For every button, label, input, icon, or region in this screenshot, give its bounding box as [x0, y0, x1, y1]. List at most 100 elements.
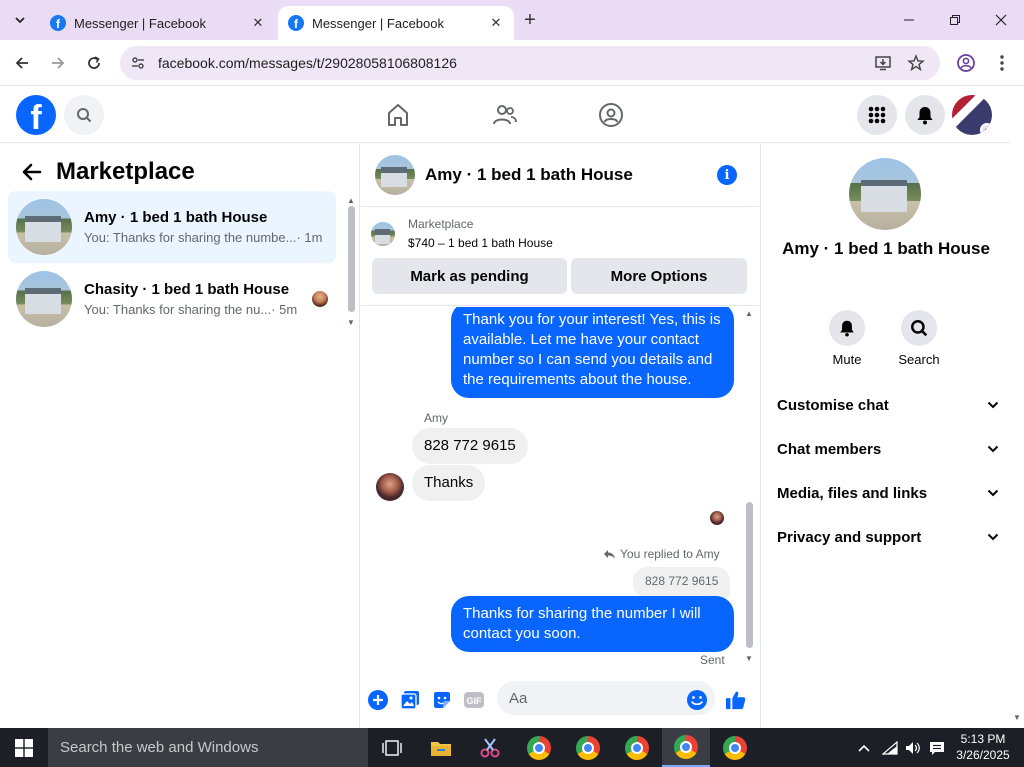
search-in-conversation-button[interactable]: Search [889, 310, 949, 367]
chat-members-section[interactable]: Chat members [777, 431, 999, 467]
sticker-button[interactable] [431, 689, 453, 711]
facebook-header: f ▾ [0, 87, 1010, 143]
volume-button[interactable] [902, 728, 924, 767]
chrome-profile-taskbar-button-active[interactable] [662, 728, 710, 767]
message-scrollbar[interactable]: ▲ ▼ [745, 307, 755, 667]
arrow-left-icon [22, 163, 42, 181]
file-explorer-button[interactable] [417, 728, 465, 767]
profile-button[interactable] [955, 52, 977, 74]
tab-title: Messenger | Facebook [312, 15, 444, 31]
scissors-icon [480, 737, 500, 757]
scrollbar-thumb[interactable] [746, 502, 753, 648]
chevron-down-icon [987, 489, 999, 497]
address-bar[interactable]: facebook.com/messages/t/2902805810680812… [120, 46, 940, 80]
friends-nav-button[interactable] [489, 99, 521, 131]
browser-tab-active[interactable]: f Messenger | Facebook ✕ [278, 6, 514, 40]
chrome-icon [527, 735, 551, 760]
mute-label: Mute [832, 352, 862, 367]
system-clock[interactable]: 5:13 PM 3/26/2025 [950, 731, 1016, 763]
notifications-button[interactable] [905, 95, 945, 135]
account-avatar[interactable]: ▾ [952, 95, 992, 135]
chrome-profile-taskbar-button[interactable] [613, 728, 661, 767]
back-button[interactable] [9, 50, 35, 76]
scroll-down-arrow-icon[interactable]: ▼ [1013, 713, 1021, 722]
outgoing-message[interactable]: Thank you for your interest! Yes, this i… [451, 307, 734, 398]
media-files-links-section[interactable]: Media, files and links [777, 475, 999, 511]
chat-name: Amy · 1 bed 1 bath House [84, 209, 268, 226]
incoming-message[interactable]: Thanks [412, 465, 486, 501]
scrollbar-thumb[interactable] [348, 206, 355, 312]
thumbs-up-icon [725, 691, 746, 710]
clock-date: 3/26/2025 [956, 748, 1010, 762]
photo-icon [400, 691, 419, 710]
scroll-down-arrow-icon[interactable]: ▼ [745, 654, 753, 663]
listing-thumbnail [16, 199, 72, 255]
chrome-profile-taskbar-button[interactable] [711, 728, 759, 767]
close-icon[interactable]: ✕ [250, 15, 266, 31]
chevron-down-icon: ▾ [980, 123, 992, 135]
reply-label: You replied to Amy [620, 547, 720, 561]
page-scrollbar[interactable]: ▼ [1010, 87, 1024, 728]
info-icon[interactable]: i [717, 165, 737, 185]
like-button[interactable] [725, 689, 747, 711]
outgoing-message[interactable]: Thanks for sharing the number I will con… [451, 596, 734, 652]
back-button[interactable] [16, 156, 48, 188]
url-text: facebook.com/messages/t/2902805810680812… [158, 55, 457, 71]
chat-list-item[interactable]: Amy · 1 bed 1 bath House You: Thanks for… [8, 191, 336, 263]
new-tab-button[interactable]: + [518, 8, 542, 32]
notifications-center-button[interactable] [926, 728, 948, 767]
scroll-down-arrow-icon[interactable]: ▼ [347, 318, 355, 327]
chrome-taskbar-button[interactable] [515, 728, 563, 767]
listing-title[interactable]: $740 – 1 bed 1 bath House [408, 236, 553, 250]
browser-menu-button[interactable] [991, 52, 1013, 74]
snipping-tool-button[interactable] [466, 728, 514, 767]
home-icon [388, 104, 408, 126]
restore-icon [950, 15, 960, 25]
reload-button[interactable] [81, 50, 107, 76]
message-input[interactable] [497, 681, 715, 715]
install-app-button[interactable] [872, 52, 894, 74]
close-window-button[interactable] [978, 0, 1024, 40]
minimize-button[interactable] [886, 0, 932, 40]
forward-button[interactable] [45, 50, 71, 76]
chat-list-scrollbar[interactable]: ▲ ▼ [347, 196, 355, 327]
more-options-button[interactable]: More Options [571, 258, 747, 294]
facebook-logo-icon[interactable]: f [16, 95, 56, 135]
privacy-support-section[interactable]: Privacy and support [777, 519, 999, 555]
listing-thumbnail[interactable] [849, 158, 921, 230]
browser-tab[interactable]: f Messenger | Facebook ✕ [40, 6, 276, 40]
mute-button[interactable]: Mute [817, 310, 877, 367]
scroll-up-arrow-icon[interactable]: ▲ [347, 196, 355, 205]
tab-search-button[interactable] [8, 8, 32, 32]
site-info-icon[interactable] [130, 55, 146, 71]
groups-nav-button[interactable] [595, 99, 627, 131]
scroll-up-arrow-icon[interactable]: ▲ [745, 309, 753, 318]
search-button[interactable] [64, 95, 104, 135]
restore-button[interactable] [932, 0, 978, 40]
more-actions-button[interactable] [367, 689, 389, 711]
quoted-message[interactable]: 828 772 9615 [633, 567, 731, 598]
facebook-favicon-icon: f [50, 15, 66, 31]
home-nav-button[interactable] [382, 99, 414, 131]
gif-button[interactable]: GIF [463, 689, 485, 711]
menu-button[interactable] [857, 95, 897, 135]
start-button[interactable] [0, 728, 48, 767]
chat-name: Chasity · 1 bed 1 bath House [84, 281, 290, 298]
bookmark-button[interactable] [905, 52, 927, 74]
close-icon[interactable]: ✕ [488, 15, 504, 31]
chat-list-item[interactable]: Chasity · 1 bed 1 bath House You: Thanks… [8, 263, 336, 335]
conversation-title[interactable]: Amy · 1 bed 1 bath House [425, 165, 717, 185]
mark-as-pending-button[interactable]: Mark as pending [372, 258, 567, 294]
attach-photo-button[interactable] [399, 689, 421, 711]
incoming-message[interactable]: 828 772 9615 [412, 428, 528, 464]
network-button[interactable] [878, 728, 902, 767]
show-hidden-icons-button[interactable] [852, 728, 876, 767]
taskbar-search-box[interactable]: Search the web and Windows [48, 728, 368, 767]
emoji-button[interactable] [686, 689, 708, 711]
task-view-button[interactable] [368, 728, 416, 767]
chrome-profile-taskbar-button[interactable] [564, 728, 612, 767]
customise-chat-section[interactable]: Customise chat [777, 387, 999, 423]
sender-avatar[interactable] [376, 473, 404, 501]
listing-thumbnail[interactable] [371, 222, 395, 246]
listing-thumbnail[interactable] [375, 155, 415, 195]
